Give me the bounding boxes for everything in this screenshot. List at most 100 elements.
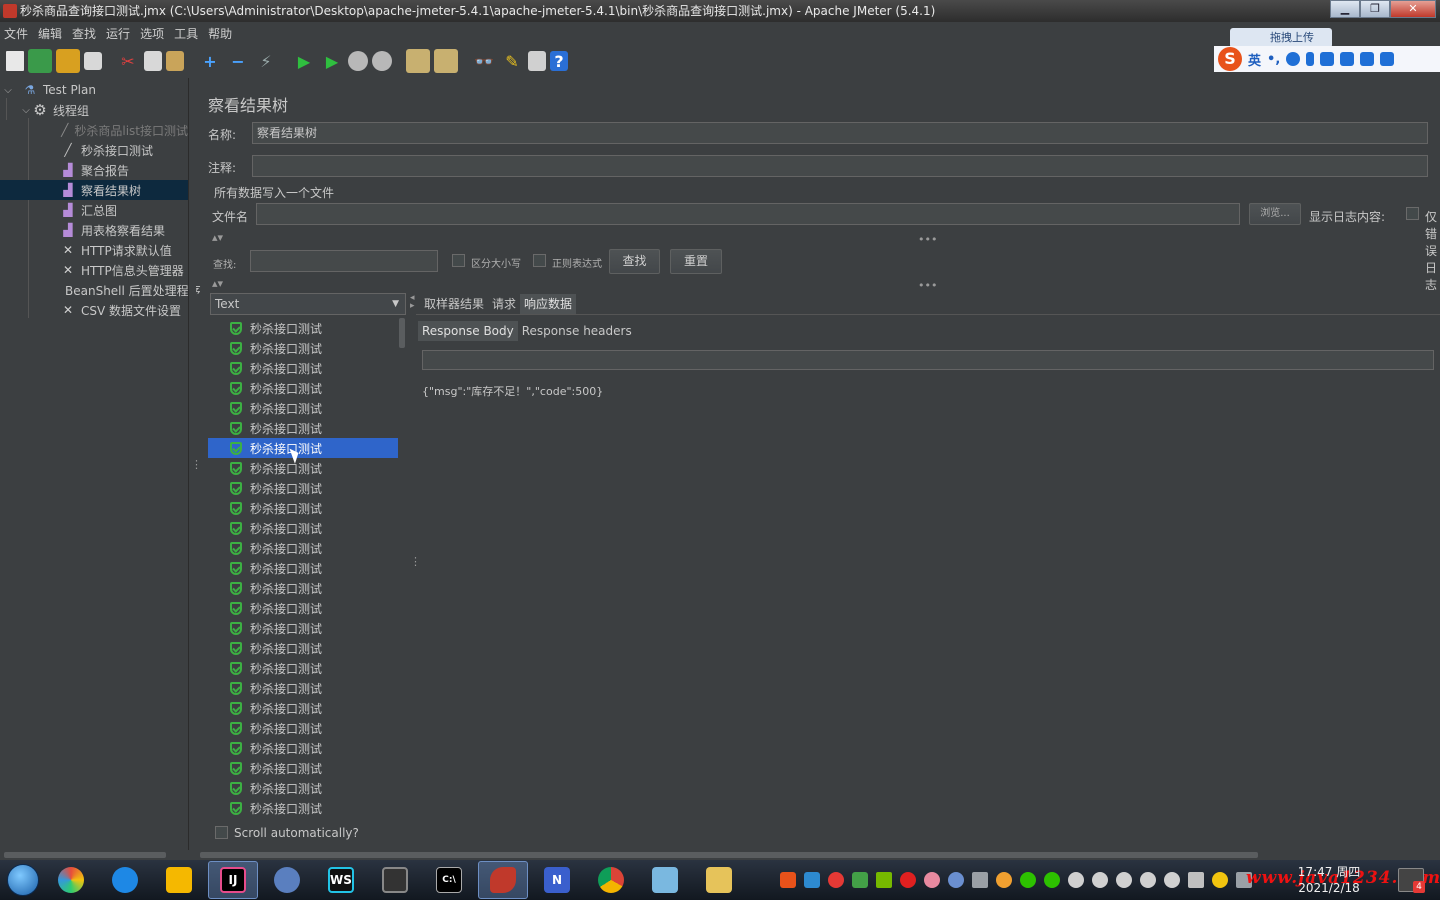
list-item[interactable]: 秒杀接口测试 — [208, 478, 398, 498]
menu-edit[interactable]: 编辑 — [38, 25, 62, 42]
tree-item-view-results-tree[interactable]: ▟ 察看结果树 — [0, 180, 188, 200]
chevron-down-icon[interactable]: ⌵ — [2, 85, 14, 96]
start-button[interactable] — [0, 860, 46, 900]
cut-icon[interactable]: ✂ — [116, 49, 140, 73]
scroll-auto-checkbox[interactable] — [215, 826, 228, 839]
expand-icon[interactable]: + — [198, 49, 222, 73]
list-item[interactable]: 秒杀接口测试 — [208, 678, 398, 698]
tab-response-body[interactable]: Response Body — [418, 321, 518, 341]
ime-upload-tab[interactable]: 拖拽上传 — [1230, 28, 1332, 48]
nvidia-icon[interactable] — [876, 872, 892, 888]
horizontal-scrollbar[interactable] — [0, 850, 1440, 860]
sogou-s-icon[interactable] — [900, 872, 916, 888]
list-item[interactable]: 秒杀接口测试 — [208, 358, 398, 378]
maximize-button[interactable]: ❐ — [1360, 0, 1390, 18]
grid-icon[interactable] — [1380, 52, 1395, 66]
clock-app-icon[interactable] — [996, 872, 1012, 888]
smiley-icon[interactable] — [1286, 52, 1301, 66]
list-item[interactable]: 秒杀接口测试 — [208, 698, 398, 718]
toggle-icon[interactable]: ⚡ — [254, 49, 278, 73]
minimize-button[interactable]: ▁ — [1330, 0, 1360, 18]
taskbar-terminal[interactable]: C:\ — [424, 861, 474, 899]
volume-icon[interactable] — [1188, 872, 1204, 888]
splitter-grip-icon[interactable]: ••• — [918, 234, 937, 245]
list-item[interactable]: 秒杀接口测试 — [208, 558, 398, 578]
reset-button[interactable]: 重置 — [670, 249, 722, 274]
tree-item-table-results[interactable]: ▟ 用表格察看结果 — [0, 220, 188, 240]
name-field[interactable]: 察看结果树 — [252, 122, 1428, 144]
filename-field[interactable] — [256, 203, 1240, 225]
new-plan-icon[interactable] — [6, 51, 24, 71]
taskbar-pinwheel[interactable] — [46, 861, 96, 899]
copy-icon[interactable] — [144, 51, 162, 71]
qq-icon[interactable] — [1116, 872, 1132, 888]
menu-search[interactable]: 查找 — [72, 25, 96, 42]
tree-item-test-plan[interactable]: ⌵ ⚗ Test Plan — [0, 80, 188, 100]
list-item[interactable]: 秒杀接口测试 — [208, 418, 398, 438]
user-icon[interactable] — [1340, 52, 1355, 66]
tree-splitter[interactable]: ⋮ — [188, 78, 202, 850]
tree-item-header-manager[interactable]: ✕ HTTP信息头管理器 — [0, 260, 188, 280]
collapse-arrows-icon[interactable]: ◂ ▸ — [410, 294, 415, 311]
list-item[interactable]: 秒杀接口测试 — [208, 778, 398, 798]
list-item[interactable]: 秒杀接口测试 — [208, 518, 398, 538]
stop-icon[interactable] — [348, 51, 368, 71]
taskbar-explorer[interactable] — [154, 861, 204, 899]
taskbar-dolphin[interactable] — [262, 861, 312, 899]
tree-item-thread-group[interactable]: ⌵ ⚙ 线程组 — [0, 100, 188, 120]
wechat-icon[interactable] — [1044, 872, 1060, 888]
list-item[interactable]: 秒杀接口测试 — [208, 598, 398, 618]
taskbar-remote-desktop[interactable] — [370, 861, 420, 899]
start-no-pause-icon[interactable]: ▶ — [320, 49, 344, 73]
tree-item-beanshell[interactable]: BeanShell 后置处理程序 — [0, 280, 201, 300]
renderer-select[interactable]: Text ▼ — [210, 293, 406, 315]
list-item[interactable]: 秒杀接口测试 — [208, 738, 398, 758]
result-list-scrollbar[interactable] — [399, 318, 405, 348]
shutdown-icon[interactable] — [372, 51, 392, 71]
antivirus-icon[interactable] — [828, 872, 844, 888]
shirt-icon[interactable] — [1360, 52, 1375, 66]
list-item[interactable]: 秒杀接口测试 — [208, 378, 398, 398]
splitter-grip-icon[interactable]: ⋮ — [410, 556, 421, 567]
list-item[interactable]: 秒杀接口测试 — [208, 718, 398, 738]
splitter-grip-icon[interactable]: ••• — [918, 280, 937, 291]
tab-sampler-result[interactable]: 取样器结果 — [420, 294, 488, 314]
tab-request[interactable]: 请求 — [488, 294, 520, 314]
keyboard-icon[interactable] — [1320, 52, 1335, 66]
notification-icon[interactable]: 4 — [1398, 868, 1425, 893]
clear-all-icon[interactable] — [434, 49, 458, 73]
tree-item-http-defaults[interactable]: ✕ HTTP请求默认值 — [0, 240, 188, 260]
regex-checkbox[interactable] — [533, 254, 546, 267]
menu-options[interactable]: 选项 — [140, 25, 164, 42]
tab-response-data[interactable]: 响应数据 — [520, 294, 577, 314]
flower-icon[interactable] — [924, 872, 940, 888]
camera-icon[interactable] — [948, 872, 964, 888]
microphone-icon[interactable] — [1306, 52, 1315, 66]
errors-only-checkbox[interactable] — [1406, 207, 1419, 220]
taskbar-clock[interactable]: 17:47 周四 2021/2/18 — [1296, 864, 1362, 896]
search-binoculars-icon[interactable]: 👓 — [472, 49, 496, 73]
list-item[interactable]: 秒杀接口测试 — [208, 638, 398, 658]
case-sensitive-checkbox[interactable] — [452, 254, 465, 267]
taskbar-chrome[interactable] — [586, 861, 636, 899]
tree-scroll-thumb[interactable] — [4, 852, 166, 858]
qq-icon[interactable] — [1140, 872, 1156, 888]
shield-icon[interactable] — [852, 872, 868, 888]
tree-item-list-sampler[interactable]: ╱ 秒杀商品list接口测试 — [0, 120, 188, 140]
taskbar-intellij[interactable]: IJ — [208, 861, 258, 899]
response-search-field[interactable] — [422, 350, 1434, 370]
open-folder-icon[interactable] — [56, 49, 80, 73]
ime-language-toggle[interactable]: 英 — [1248, 50, 1261, 69]
ime-punct-toggle[interactable]: •, — [1267, 52, 1280, 67]
qq-icon[interactable] — [1164, 872, 1180, 888]
menu-run[interactable]: 运行 — [106, 25, 130, 42]
templates-icon[interactable] — [28, 49, 52, 73]
comment-field[interactable] — [252, 155, 1428, 177]
sogou-logo-icon[interactable]: S — [1218, 47, 1242, 71]
list-item[interactable]: 秒杀接口测试 — [208, 578, 398, 598]
update-icon[interactable] — [1212, 872, 1228, 888]
list-item[interactable]: 秒杀接口测试 — [208, 498, 398, 518]
qq-icon[interactable] — [1092, 872, 1108, 888]
list-item[interactable]: 秒杀接口测试 — [208, 538, 398, 558]
paste-icon[interactable] — [166, 51, 184, 71]
